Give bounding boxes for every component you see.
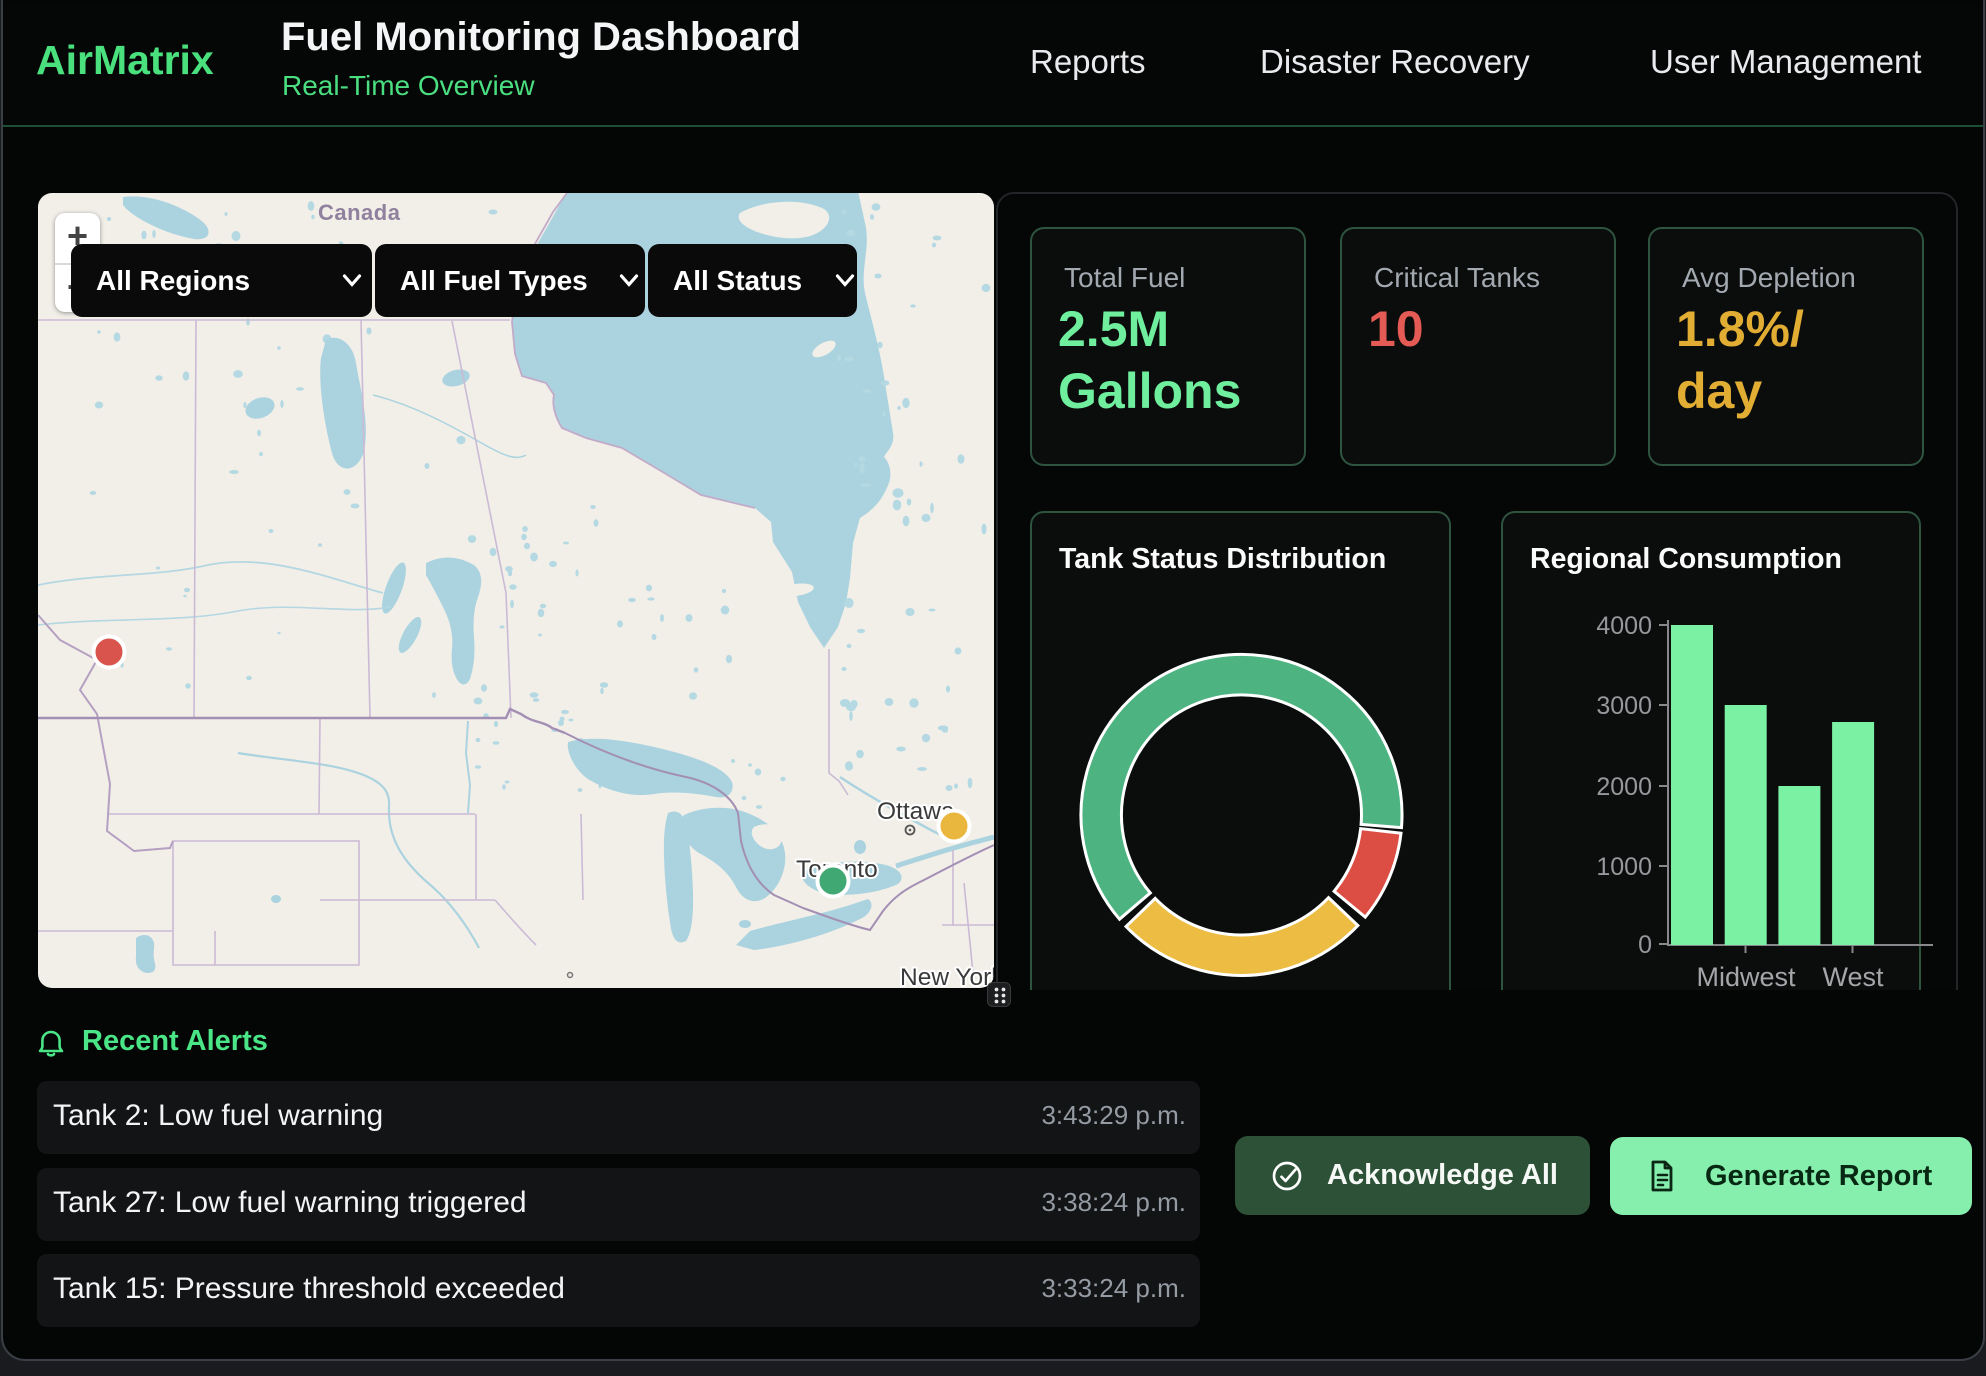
svg-text:1000: 1000	[1596, 853, 1652, 881]
svg-text:Midwest: Midwest	[1696, 962, 1796, 990]
svg-text:2000: 2000	[1596, 773, 1652, 801]
svg-text:0: 0	[1638, 931, 1652, 959]
svg-text:Canada: Canada	[318, 200, 401, 225]
svg-text:3000: 3000	[1596, 692, 1652, 720]
svg-text:New York: New York	[900, 964, 994, 988]
svg-text:West: West	[1822, 962, 1884, 990]
svg-text:4000: 4000	[1596, 612, 1652, 640]
